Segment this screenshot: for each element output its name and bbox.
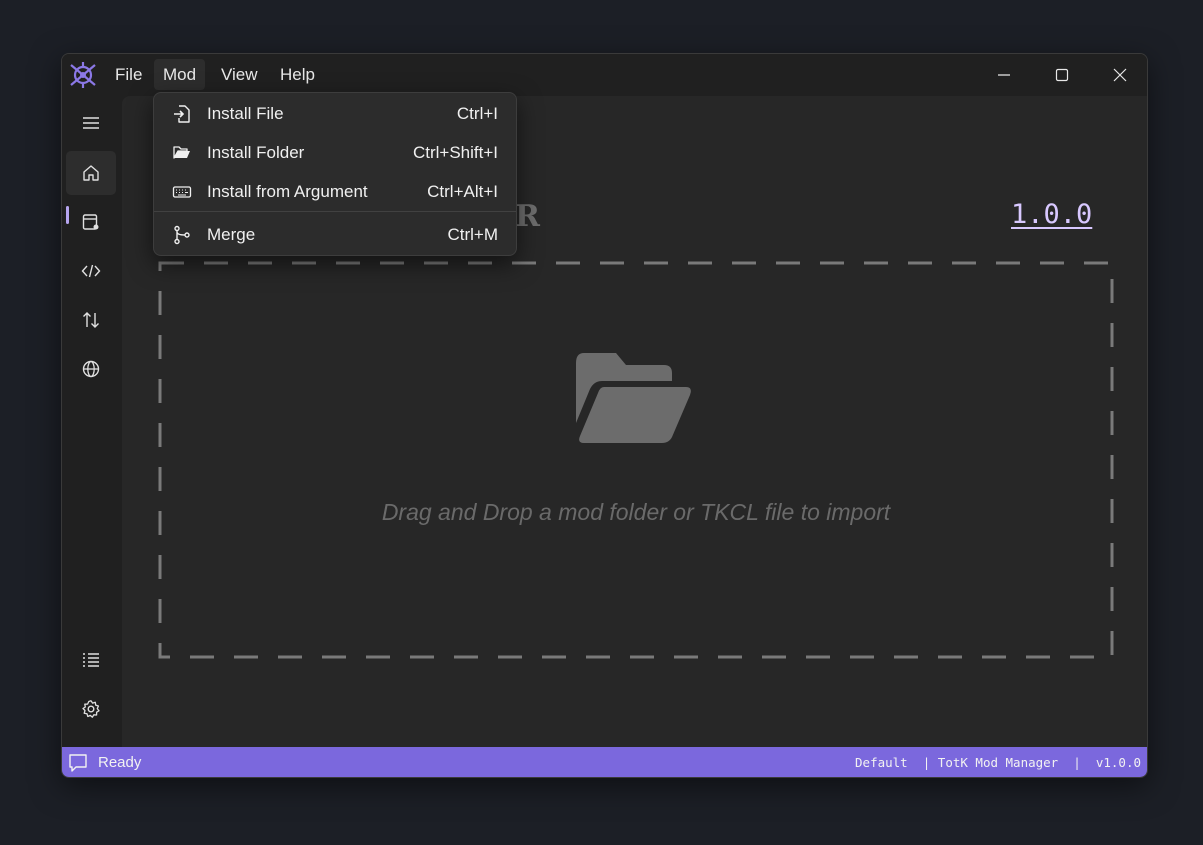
sidebar-item-settings[interactable] bbox=[66, 687, 116, 731]
menu-item-shortcut: Ctrl+Alt+I bbox=[427, 182, 498, 201]
title-bar: File Mod View Help bbox=[62, 54, 1147, 96]
menu-mod[interactable]: Mod bbox=[154, 59, 206, 90]
sidebar-item-mods[interactable] bbox=[66, 200, 116, 244]
chat-icon bbox=[69, 754, 87, 772]
sidebar bbox=[62, 96, 122, 747]
menu-item-label: Install File bbox=[207, 104, 284, 123]
code-icon bbox=[81, 264, 101, 278]
menu-view[interactable]: View bbox=[212, 59, 267, 90]
minimize-button[interactable] bbox=[975, 54, 1033, 96]
status-text: Ready bbox=[98, 754, 142, 771]
sidebar-item-sort[interactable] bbox=[66, 298, 116, 342]
menu-item-merge[interactable]: Merge Ctrl+M bbox=[154, 216, 516, 254]
version-link[interactable]: 1.0.0 bbox=[1011, 199, 1092, 230]
globe-icon bbox=[82, 360, 100, 378]
keyboard-icon bbox=[172, 186, 192, 198]
sort-arrows-icon bbox=[83, 312, 99, 328]
drop-zone[interactable]: Drag and Drop a mod folder or TKCL file … bbox=[158, 261, 1114, 659]
menu-item-shortcut: Ctrl+M bbox=[447, 225, 498, 244]
menu-item-install-folder[interactable]: Install Folder Ctrl+Shift+I bbox=[154, 134, 516, 172]
menu-help[interactable]: Help bbox=[271, 59, 324, 90]
menu-item-install-file[interactable]: Install File Ctrl+I bbox=[154, 95, 516, 133]
sidebar-item-online[interactable] bbox=[66, 347, 116, 391]
status-bar: Ready Default | TotK Mod Manager | v1.0.… bbox=[62, 747, 1147, 777]
sidebar-item-home[interactable] bbox=[66, 151, 116, 195]
hamburger-menu-icon bbox=[83, 117, 99, 129]
minimize-icon bbox=[998, 74, 1010, 76]
menu-item-label: Install Folder bbox=[207, 143, 305, 162]
menu-item-shortcut: Ctrl+Shift+I bbox=[412, 143, 498, 162]
drop-instructions: Drag and Drop a mod folder or TKCL file … bbox=[381, 499, 891, 525]
menu-item-label: Install from Argument bbox=[207, 182, 368, 201]
settings-gear-icon bbox=[82, 700, 100, 718]
status-info: Default | TotK Mod Manager | v1.0.0 bbox=[855, 755, 1141, 770]
sidebar-item-logs[interactable] bbox=[66, 638, 116, 682]
menu-item-label: Merge bbox=[207, 225, 256, 244]
menu-item-shortcut: Ctrl+I bbox=[456, 104, 498, 123]
folder-open-icon bbox=[576, 353, 691, 443]
menu-item-install-from-argument[interactable]: Install from Argument Ctrl+Alt+I bbox=[154, 173, 516, 211]
file-import-icon bbox=[174, 105, 190, 123]
app-logo-icon bbox=[70, 62, 96, 88]
maximize-button[interactable] bbox=[1033, 54, 1091, 96]
list-icon bbox=[83, 653, 99, 667]
home-icon bbox=[83, 165, 99, 181]
drop-zone-border bbox=[158, 261, 1114, 659]
close-icon bbox=[1113, 68, 1127, 82]
menu-file[interactable]: File bbox=[106, 59, 151, 90]
maximize-icon bbox=[1055, 68, 1069, 82]
sidebar-item-code[interactable] bbox=[66, 249, 116, 293]
close-button[interactable] bbox=[1091, 54, 1147, 96]
folder-open-icon bbox=[173, 146, 190, 159]
sidebar-toggle-button[interactable] bbox=[66, 101, 116, 145]
mod-list-icon bbox=[82, 214, 99, 230]
mod-menu-dropdown: Install File Ctrl+I Install Folder Ctrl+… bbox=[153, 92, 517, 256]
merge-icon bbox=[174, 225, 190, 245]
page-title-fragment: R bbox=[515, 199, 540, 234]
menu-separator bbox=[154, 211, 516, 212]
